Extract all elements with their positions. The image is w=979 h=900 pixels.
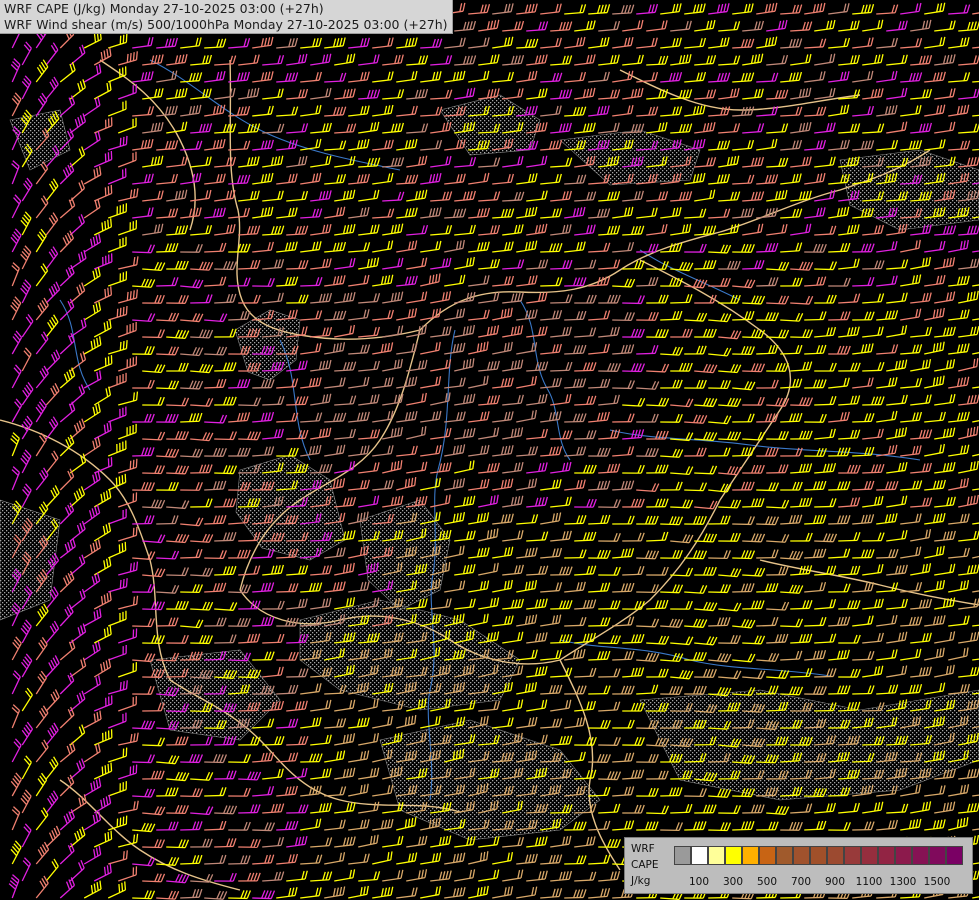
legend-color-box — [691, 846, 708, 865]
legend-tick-label: 1500 — [923, 876, 951, 888]
legend-label-unit: J/kg — [631, 875, 651, 887]
title-wind-shear: WRF Wind shear (m/s) 500/1000hPa Monday … — [4, 17, 448, 32]
legend-tick-label: 1100 — [855, 876, 883, 888]
legend-color-boxes — [674, 846, 963, 865]
legend-color-box — [742, 846, 759, 865]
map-canvas — [0, 0, 979, 900]
legend-color-box — [793, 846, 810, 865]
legend-color-box — [725, 846, 742, 865]
legend-color-box — [878, 846, 895, 865]
legend-color-box — [929, 846, 946, 865]
cape-legend: WRF CAPE J/kg 100 300 500 700 900 1100 1300 150… — [624, 837, 973, 894]
legend-color-box — [827, 846, 844, 865]
legend-color-box — [912, 846, 929, 865]
legend-color-box — [895, 846, 912, 865]
legend-color-box — [861, 846, 878, 865]
legend-color-box — [674, 846, 691, 865]
legend-tick-label: 900 — [824, 876, 846, 888]
legend-color-box — [776, 846, 793, 865]
legend-label-model: WRF — [631, 843, 655, 855]
legend-tick-label: 100 — [688, 876, 710, 888]
legend-color-box — [810, 846, 827, 865]
legend-color-box — [946, 846, 963, 865]
legend-tick-label: 700 — [790, 876, 812, 888]
title-box: WRF CAPE (J/kg) Monday 27-10-2025 03:00 … — [0, 0, 453, 34]
legend-tick-label: 1300 — [889, 876, 917, 888]
legend-label-field: CAPE — [631, 859, 659, 871]
legend-tick-label: 300 — [722, 876, 744, 888]
legend-color-box — [759, 846, 776, 865]
legend-tick-label: 500 — [756, 876, 778, 888]
legend-color-box — [708, 846, 725, 865]
legend-color-box — [844, 846, 861, 865]
title-cape: WRF CAPE (J/kg) Monday 27-10-2025 03:00 … — [4, 1, 324, 16]
